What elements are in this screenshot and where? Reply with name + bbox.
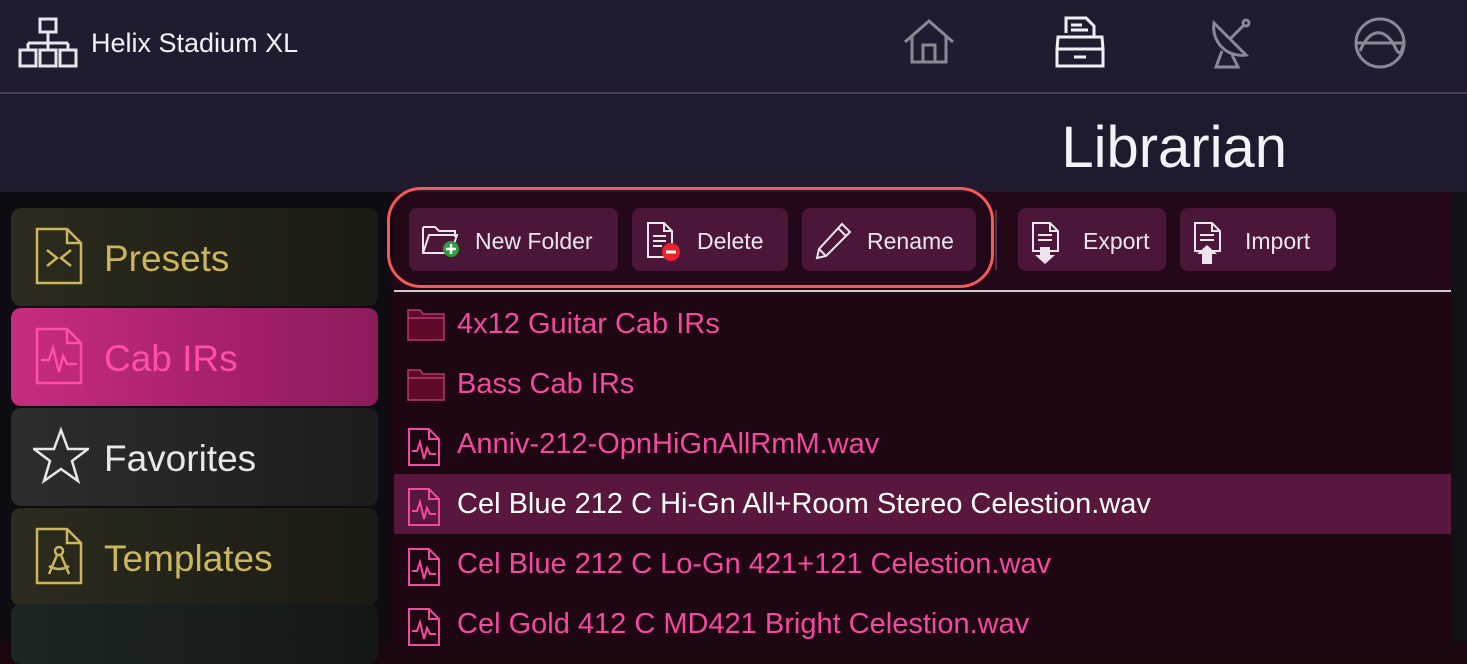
import-label: Import [1245,228,1311,254]
toolbar: New Folder Delete Rename Export Import [394,192,1451,292]
file-row[interactable]: Cel Blue 212 C Lo-Gn 421+121 Celestion.w… [394,534,1451,594]
ir-file-icon [35,327,83,385]
export-icon [1032,222,1059,264]
globe-icon[interactable] [1352,15,1408,71]
satellite-icon[interactable] [1208,15,1254,69]
new-folder-label: New Folder [475,228,593,254]
sidebar-item-label: Favorites [104,438,257,479]
file-name: 4x12 Guitar Cab IRs [457,308,720,340]
top-bar: Helix Stadium XL [0,0,1467,94]
file-row[interactable]: 4x12 Guitar Cab IRs [394,294,1451,354]
sidebar-item-presets[interactable]: Presets [11,208,378,306]
toolbar-separator [995,210,997,270]
network-device-icon [18,17,78,68]
file-row[interactable]: Cel Gold 412 C MD421 Bright Celestion.wa… [394,594,1451,654]
folder-icon [407,309,445,341]
sidebar-item-favorites[interactable]: Favorites [11,408,378,506]
file-name: Bass Cab IRs [457,368,635,400]
sidebar-item-more[interactable] [11,604,378,664]
home-icon[interactable] [902,15,956,69]
scrollbar[interactable] [1451,192,1467,641]
rename-button[interactable]: Rename [802,208,976,271]
file-browser: New Folder Delete Rename Export Import 4… [394,192,1451,646]
rename-label: Rename [867,228,954,254]
file-name: Cel Blue 212 C Lo-Gn 421+121 Celestion.w… [457,548,1052,580]
file-name: Cel Blue 212 C Hi-Gn All+Room Stereo Cel… [457,488,1151,520]
sidebar-item-cab-irs[interactable]: Cab IRs [11,308,378,406]
template-file-icon [35,527,83,585]
file-row[interactable]: Anniv-212-OpnHiGnAllRmM.wav [394,414,1451,474]
file-row[interactable]: Bass Cab IRs [394,354,1451,414]
ir-file-icon [408,488,440,526]
folder-icon [407,369,445,401]
delete-file-icon [647,222,680,261]
delete-button[interactable]: Delete [632,208,788,271]
title-bar: Librarian [0,94,1467,192]
file-name: Anniv-212-OpnHiGnAllRmM.wav [457,428,880,460]
page-title: Librarian [1061,115,1287,180]
librarian-icon[interactable] [1054,15,1106,69]
ir-file-icon [408,548,440,586]
delete-label: Delete [697,228,764,254]
import-button[interactable]: Import [1180,208,1336,271]
ir-file-icon [408,608,440,646]
export-button[interactable]: Export [1018,208,1166,271]
file-name: Cel Gold 412 C MD421 Bright Celestion.wa… [457,608,1030,640]
preset-file-icon [35,227,83,285]
sidebar: Presets Cab IRs Favorites Templates [0,192,392,664]
sidebar-item-templates[interactable]: Templates [11,508,378,606]
file-row[interactable]: Cel Blue 212 C Hi-Gn All+Room Stereo Cel… [394,474,1451,534]
pencil-icon [815,222,852,260]
import-icon [1194,222,1221,264]
sidebar-item-label: Presets [104,238,230,279]
device-name: Helix Stadium XL [91,28,299,58]
sidebar-item-label: Cab IRs [104,338,238,379]
ir-file-icon [408,428,440,466]
star-icon [33,426,89,485]
new-folder-icon [422,226,459,257]
export-label: Export [1083,228,1150,254]
sidebar-item-label: Templates [104,538,273,579]
new-folder-button[interactable]: New Folder [409,208,618,271]
